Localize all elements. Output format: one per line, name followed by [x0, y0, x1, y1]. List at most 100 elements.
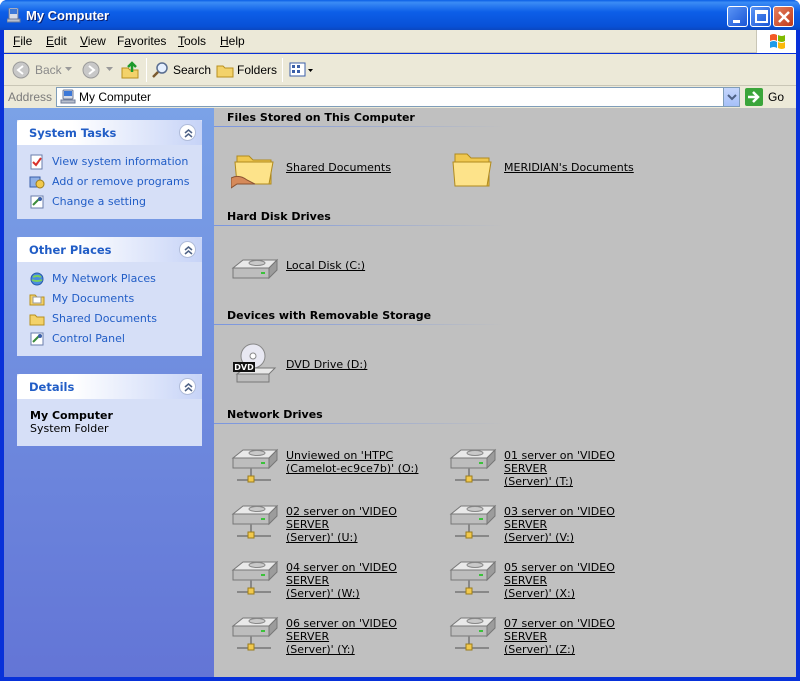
- place-shared-documents[interactable]: Shared Documents: [17, 310, 202, 330]
- network-drive-item[interactable]: 02 server on 'VIDEO SERVER (Server)' (U:…: [231, 500, 431, 550]
- details-title: Details: [29, 380, 75, 394]
- address-field[interactable]: My Computer: [56, 87, 740, 107]
- back-dropdown-icon[interactable]: [65, 67, 72, 72]
- network-drive-item[interactable]: 07 server on 'VIDEO SERVER (Server)' (Z:…: [449, 612, 649, 662]
- shared-documents-item[interactable]: Shared Documents: [231, 148, 431, 198]
- place-label: Control Panel: [52, 332, 125, 345]
- menu-help-mnemonic: H: [220, 34, 229, 48]
- dvd-drive-icon: DVD: [233, 343, 277, 383]
- group-divider: [214, 225, 504, 226]
- collapse-chevron-icon[interactable]: [179, 124, 196, 141]
- maximize-button[interactable]: [750, 6, 771, 27]
- network-drive-item[interactable]: 05 server on 'VIDEO SERVER (Server)' (X:…: [449, 556, 649, 606]
- group-divider: [214, 126, 504, 127]
- menu-favorites[interactable]: Favorites: [117, 34, 166, 48]
- menu-edit[interactable]: Edit: [46, 34, 67, 48]
- other-places-title: Other Places: [29, 243, 112, 257]
- control-panel-icon: [30, 195, 44, 209]
- details-header[interactable]: Details: [17, 374, 202, 399]
- folders-button[interactable]: Folders: [216, 60, 278, 80]
- other-places-header[interactable]: Other Places: [17, 237, 202, 262]
- back-label: Back: [35, 63, 62, 77]
- explorer-window: My Computer File Edit View Favorites Too…: [0, 0, 800, 681]
- svg-text:DVD: DVD: [234, 363, 254, 372]
- menu-help[interactable]: Help: [220, 34, 245, 48]
- network-drive-item[interactable]: 06 server on 'VIDEO SERVER (Server)' (Y:…: [231, 612, 431, 662]
- network-drive-icon: [231, 616, 279, 651]
- windows-logo: [756, 30, 796, 53]
- folders-icon: [216, 65, 234, 78]
- task-view-system-info[interactable]: View system information: [17, 153, 202, 173]
- place-label: My Network Places: [52, 272, 156, 285]
- folders-label: Folders: [237, 63, 278, 77]
- network-places-icon: [30, 272, 44, 286]
- group-header-hdd: Hard Disk Drives: [227, 210, 331, 223]
- network-drive-icon: [231, 560, 279, 595]
- title-bar[interactable]: My Computer: [0, 0, 800, 30]
- search-button[interactable]: Search: [152, 60, 211, 80]
- network-drive-item[interactable]: 01 server on 'VIDEO SERVER (Server)' (T:…: [449, 444, 649, 494]
- forward-dropdown-icon[interactable]: [106, 67, 113, 72]
- menu-file-rest: ile: [20, 34, 33, 48]
- task-add-remove-programs[interactable]: Add or remove programs: [17, 173, 202, 193]
- item-label: 07 server on 'VIDEO SERVER (Server)' (Z:…: [504, 617, 615, 656]
- user-documents-item[interactable]: MERIDIAN's Documents: [449, 148, 649, 198]
- place-control-panel[interactable]: Control Panel: [17, 330, 202, 350]
- network-drive-icon: [231, 504, 279, 539]
- views-icon: [289, 62, 313, 77]
- toolbar-separator: [146, 58, 147, 82]
- toolbar-separator: [282, 58, 283, 82]
- task-change-setting[interactable]: Change a setting: [17, 193, 202, 213]
- item-label: 01 server on 'VIDEO SERVER (Server)' (T:…: [504, 449, 615, 488]
- go-label: Go: [768, 90, 785, 104]
- task-pane: System Tasks View system information Add…: [4, 108, 214, 677]
- network-drive-icon: [449, 504, 497, 539]
- windows-flag-icon: [770, 34, 785, 49]
- menu-tools[interactable]: Tools: [178, 34, 206, 48]
- item-label: 04 server on 'VIDEO SERVER (Server)' (W:…: [286, 561, 397, 600]
- network-drive-item[interactable]: 03 server on 'VIDEO SERVER (Server)' (V:…: [449, 500, 649, 550]
- menu-view[interactable]: View: [80, 34, 106, 48]
- item-label: MERIDIAN's Documents: [504, 161, 634, 174]
- collapse-chevron-icon[interactable]: [179, 378, 196, 395]
- network-drive-item[interactable]: 04 server on 'VIDEO SERVER (Server)' (W:…: [231, 556, 431, 606]
- network-drive-item[interactable]: Unviewed on 'HTPC (Camelot-ec9ce7b)' (O:…: [231, 444, 431, 494]
- group-divider: [214, 324, 504, 325]
- file-list: Files Stored on This Computer Shared Doc…: [214, 108, 796, 677]
- item-label: 06 server on 'VIDEO SERVER (Server)' (Y:…: [286, 617, 397, 656]
- chevron-up-icon: [184, 129, 193, 138]
- local-disk-item[interactable]: Local Disk (C:): [231, 248, 431, 298]
- address-bar: Address My Computer Go: [4, 86, 796, 108]
- views-button[interactable]: [289, 60, 315, 80]
- item-label: Shared Documents: [286, 161, 391, 174]
- system-tasks-title: System Tasks: [29, 126, 117, 140]
- close-button[interactable]: [773, 6, 794, 27]
- other-places-panel: Other Places My Network Places My Docume…: [17, 237, 202, 356]
- place-my-documents[interactable]: My Documents: [17, 290, 202, 310]
- menu-file[interactable]: File: [13, 34, 32, 48]
- menu-view-rest: iew: [87, 34, 106, 48]
- control-panel-icon: [30, 332, 44, 346]
- shared-folder-icon: [231, 155, 274, 189]
- window-title: My Computer: [26, 8, 110, 23]
- go-button[interactable]: Go: [744, 88, 792, 106]
- address-dropdown[interactable]: [723, 88, 739, 106]
- folder-icon: [452, 153, 492, 187]
- dvd-drive-item[interactable]: DVD DVD Drive (D:): [231, 340, 431, 390]
- minimize-icon: [733, 20, 740, 23]
- collapse-chevron-icon[interactable]: [179, 241, 196, 258]
- details-name: My Computer: [30, 409, 113, 422]
- item-label: Unviewed on 'HTPC (Camelot-ec9ce7b)' (O:…: [286, 449, 419, 475]
- system-tasks-header[interactable]: System Tasks: [17, 120, 202, 145]
- menu-edit-mnemonic: E: [46, 34, 55, 48]
- hard-drive-icon: [231, 258, 279, 280]
- task-label: View system information: [52, 155, 189, 168]
- minimize-button[interactable]: [727, 6, 748, 27]
- up-folder-button[interactable]: [120, 60, 140, 80]
- task-label: Change a setting: [52, 195, 146, 208]
- forward-button[interactable]: [82, 60, 102, 80]
- back-button[interactable]: Back: [12, 60, 68, 80]
- address-value: My Computer: [79, 90, 152, 104]
- go-arrow-icon: [745, 88, 763, 106]
- place-my-network-places[interactable]: My Network Places: [17, 270, 202, 290]
